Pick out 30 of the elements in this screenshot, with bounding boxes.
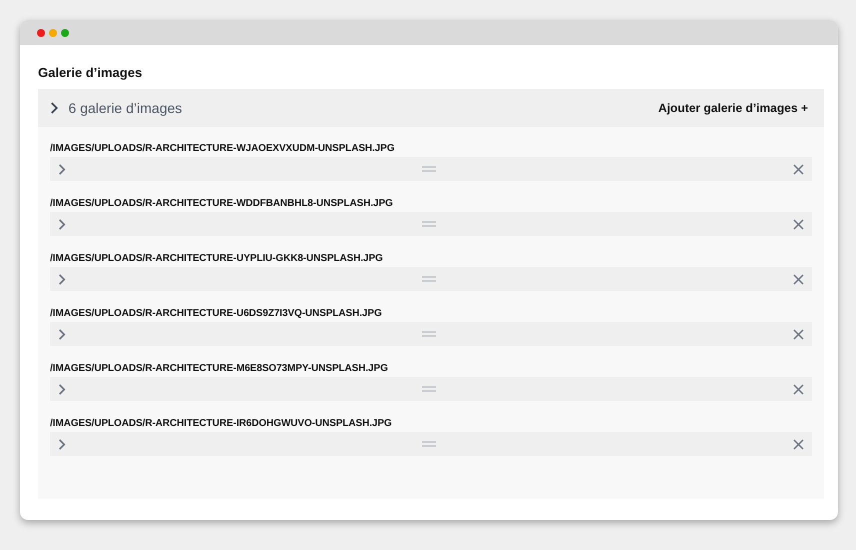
chevron-icon[interactable] [58,382,66,396]
chevron-icon[interactable] [58,272,66,286]
close-icon[interactable] [792,328,804,340]
maximize-window-icon[interactable] [61,28,69,36]
image-path: /IMAGES/UPLOADS/R-ARCHITECTURE-IR6DOHGWUVO-UNSPLASH.JPG [50,418,393,429]
image-path: /IMAGES/UPLOADS/R-ARCHITECTURE-WJAOEXVXUDM-UNSPLASH.JPG [50,143,396,154]
close-icon[interactable] [792,164,804,174]
chevron-icon[interactable] [58,438,66,450]
chevron-icon[interactable] [58,328,66,340]
chevron-icon[interactable] [58,218,66,230]
drag-handle-icon[interactable] [422,386,436,392]
image-path: /IMAGES/UPLOADS/R-ARCHITECTURE-U6DS9Z7I3VQ-UNSPLASH.JPG [50,308,383,319]
add-gallery-button[interactable]: Ajouter galerie d’images + [658,99,808,117]
image-path: /IMAGES/UPLOADS/R-ARCHITECTURE-M6E8SO73MPY-UNSPLASH.JPG [50,363,389,374]
image-path: /IMAGES/UPLOADS/R-ARCHITECTURE-WDDFBANBHL8-UNSPLASH.JPG [50,198,394,209]
close-icon[interactable] [792,274,804,284]
drag-handle-icon[interactable] [422,221,436,227]
drag-handle-icon[interactable] [422,441,436,447]
close-window-icon[interactable] [37,28,45,36]
close-icon[interactable] [792,218,804,230]
field-label: Galerie d’images [38,65,144,80]
drag-handle-icon[interactable] [422,331,436,337]
drag-handle-icon[interactable] [422,276,436,282]
close-icon[interactable] [792,384,804,394]
close-icon[interactable] [792,438,804,450]
drag-handle-icon[interactable] [422,166,436,172]
chevron-icon[interactable] [58,162,66,176]
expand-chevron-icon[interactable] [50,101,58,115]
items-count: 6 galerie d’images [68,100,184,116]
image-path: /IMAGES/UPLOADS/R-ARCHITECTURE-UYPLIU-GKK8-UNSPLASH.JPG [50,253,384,264]
